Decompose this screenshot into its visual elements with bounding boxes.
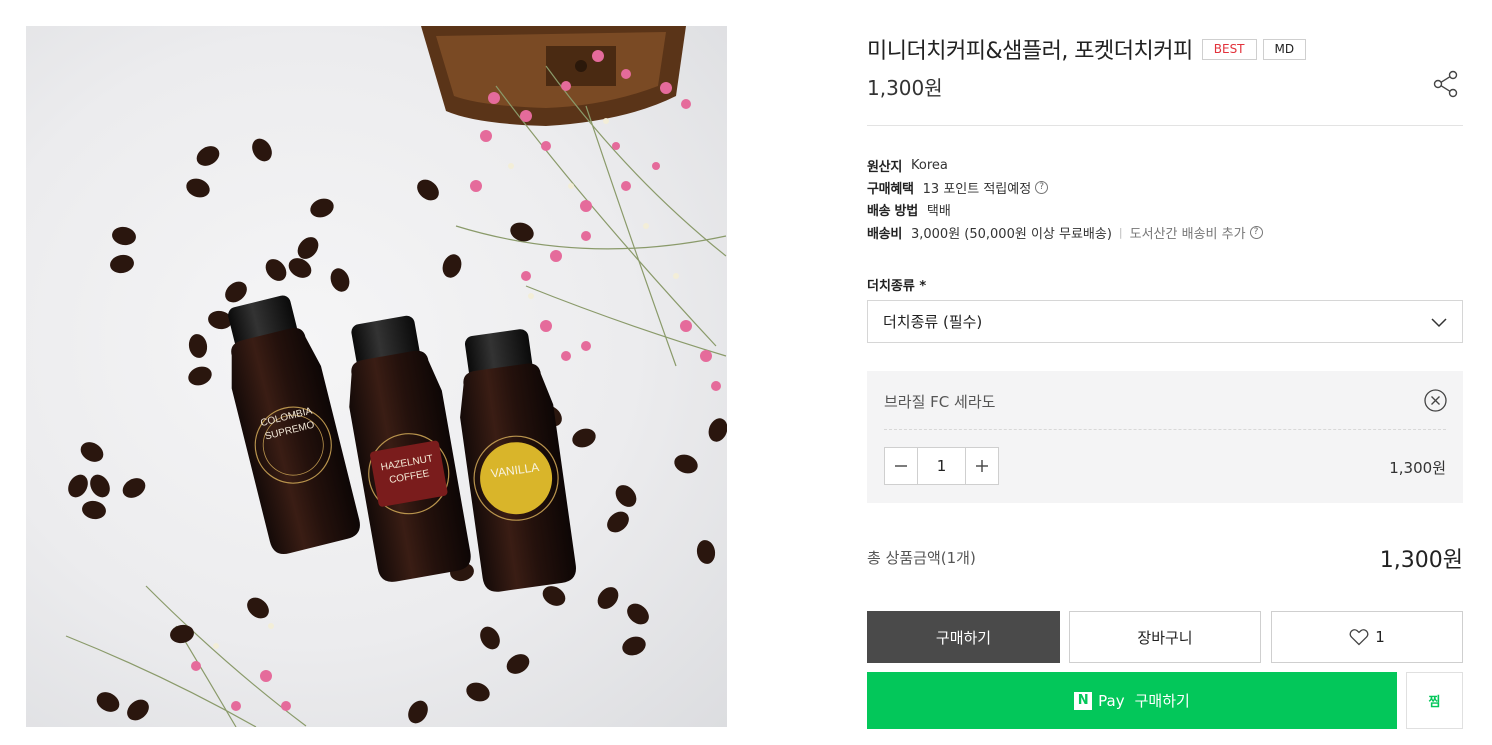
chevron-down-icon — [1431, 318, 1447, 328]
help-icon[interactable]: ? — [1249, 226, 1263, 239]
help-icon[interactable]: ? — [1035, 181, 1049, 194]
heart-icon — [1349, 629, 1369, 646]
total-price: 1,300원 — [1379, 548, 1463, 573]
share-icon[interactable] — [1433, 70, 1459, 98]
selected-option-name: 브라질 FC 세라도 — [884, 393, 996, 411]
close-icon[interactable] — [1424, 389, 1447, 412]
product-image: COLOMBIA SUPREMO HAZELNUT COFFEE VANILLA — [26, 26, 727, 727]
title-row: 미니더치커피&샘플러, 포켓더치커피 BEST MD — [867, 33, 1307, 65]
selected-option-box: 브라질 FC 세라도 1 1,300원 — [867, 371, 1463, 503]
shipping-method-row: 배송 방법 택배 — [867, 200, 951, 219]
origin-label: 원산지 — [867, 160, 902, 175]
separator: | — [1118, 226, 1123, 239]
increase-button[interactable] — [966, 448, 998, 484]
buy-button[interactable]: 구매하기 — [867, 611, 1060, 663]
like-count: 1 — [1375, 628, 1385, 646]
option-label: 더치종류 * — [867, 279, 927, 294]
zzim-button[interactable]: 찜 — [1406, 672, 1463, 729]
product-info-panel: 미니더치커피&샘플러, 포켓더치커피 BEST MD 1,300원 원산지 Ko… — [867, 0, 1463, 745]
divider — [884, 429, 1446, 430]
origin-row: 원산지 Korea — [867, 156, 948, 175]
shipping-fee-label: 배송비 — [867, 227, 902, 242]
plus-icon — [976, 460, 988, 472]
shipping-fee-row: 배송비 3,000원 (50,000원 이상 무료배송) | 도서산간 배송비 … — [867, 223, 1263, 242]
shipping-fee-value: 3,000원 (50,000원 이상 무료배송) — [910, 227, 1112, 242]
md-badge: MD — [1262, 38, 1307, 60]
origin-value: Korea — [910, 158, 948, 173]
product-title: 미니더치커피&샘플러, 포켓더치커피 — [867, 39, 1193, 64]
minus-icon — [895, 465, 907, 467]
benefit-row: 구매혜택 13 포인트 적립예정 ? — [867, 178, 1049, 197]
quantity-stepper: 1 — [884, 447, 999, 485]
benefit-label: 구매혜택 — [867, 182, 914, 197]
option-select[interactable]: 더치종류 (필수) — [867, 300, 1463, 343]
option-select-placeholder: 더치종류 (필수) — [883, 313, 983, 331]
npay-pay-text: Pay — [1098, 691, 1125, 710]
shipping-method-label: 배송 방법 — [867, 204, 918, 219]
product-price: 1,300원 — [867, 76, 943, 100]
shipping-method-value: 택배 — [926, 204, 951, 219]
selected-option-price: 1,300원 — [1389, 459, 1446, 477]
divider — [867, 125, 1463, 126]
island-fee-text: 도서산간 배송비 추가 — [1129, 227, 1246, 242]
like-button[interactable]: 1 — [1271, 611, 1463, 663]
product-photo: COLOMBIA SUPREMO HAZELNUT COFFEE VANILLA — [65, 26, 727, 727]
npay-buy-button[interactable]: N Pay 구매하기 — [867, 672, 1397, 729]
benefit-value: 13 포인트 적립예정 — [922, 182, 1032, 197]
cart-button[interactable]: 장바구니 — [1069, 611, 1261, 663]
quantity-input[interactable]: 1 — [917, 448, 966, 484]
total-label: 총 상품금액(1개) — [867, 549, 976, 567]
best-badge: BEST — [1201, 38, 1257, 60]
npay-buy-label: 구매하기 — [1134, 692, 1190, 710]
decrease-button[interactable] — [885, 448, 917, 484]
npay-logo-icon: N — [1074, 691, 1093, 710]
